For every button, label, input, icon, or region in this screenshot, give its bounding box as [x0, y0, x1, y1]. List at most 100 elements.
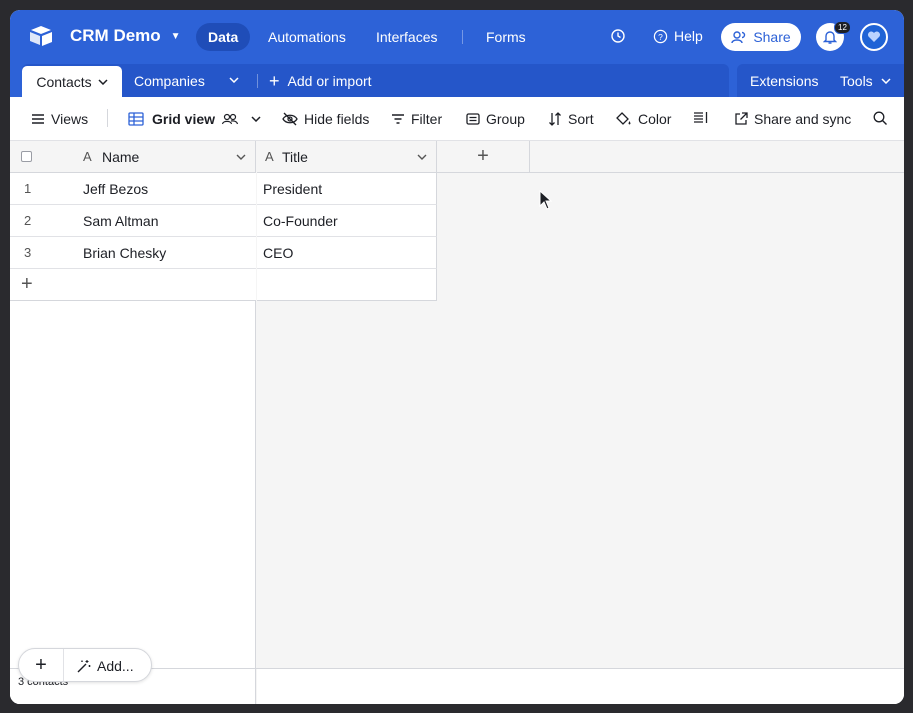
add-menu-button[interactable]: Add...: [77, 658, 134, 674]
tab-contacts-label: Contacts: [36, 73, 92, 90]
column-header-title[interactable]: Title: [282, 149, 308, 165]
chevron-down-icon: [98, 78, 108, 85]
nav-interfaces[interactable]: Interfaces: [364, 23, 449, 51]
add-record-pill: + Add...: [18, 648, 152, 682]
plus-icon: +: [477, 145, 489, 167]
share-label: Share: [753, 29, 791, 45]
nav-forms[interactable]: Forms: [474, 23, 538, 51]
grid: A Name A Title + 1 Jeff Bezos President …: [10, 141, 904, 704]
cell-name[interactable]: Jeff Bezos: [83, 181, 148, 197]
sort-label: Sort: [568, 111, 594, 127]
table-row[interactable]: 2 Sam Altman: [10, 205, 256, 237]
chevron-down-icon: [229, 77, 239, 83]
chevron-down-icon: [251, 116, 261, 122]
chevron-down-icon[interactable]: [236, 154, 246, 160]
table-row[interactable]: 3 Brian Chesky: [10, 237, 256, 269]
chevron-down-icon[interactable]: [417, 154, 427, 160]
views-label: Views: [51, 111, 89, 127]
group-button[interactable]: Group: [466, 111, 525, 127]
table-row[interactable]: 1 Jeff Bezos: [10, 173, 256, 205]
cell-name[interactable]: Sam Altman: [83, 213, 158, 229]
column-header-name[interactable]: Name: [102, 149, 139, 165]
history-button[interactable]: [610, 28, 626, 44]
grid-header-empty: [530, 141, 904, 173]
view-name-label: Grid view: [152, 111, 216, 127]
tab-contacts[interactable]: Contacts: [22, 66, 122, 97]
users-icon: [731, 31, 746, 44]
external-link-icon: [735, 112, 748, 125]
nav-automations[interactable]: Automations: [256, 23, 358, 51]
tab-companies[interactable]: Companies: [134, 73, 205, 89]
cell-title[interactable]: CEO: [257, 237, 437, 269]
notification-count-badge: 12: [834, 21, 851, 34]
tools-button[interactable]: Tools: [840, 73, 891, 89]
views-button[interactable]: Views: [31, 111, 88, 127]
base-title-label: CRM Demo: [70, 26, 161, 45]
cell-title[interactable]: President: [257, 173, 437, 205]
row-number: 2: [24, 213, 32, 228]
share-and-sync-button[interactable]: Share and sync: [734, 111, 851, 127]
text-field-icon: A: [83, 149, 92, 164]
all-tables-dropdown[interactable]: [229, 77, 239, 83]
airtable-logo-icon[interactable]: [29, 25, 53, 47]
filter-button[interactable]: Filter: [391, 111, 442, 127]
table-tabs-bar: Contacts Companies + Add or import Exten…: [10, 64, 904, 97]
add-field-button[interactable]: +: [437, 141, 530, 173]
nav-data[interactable]: Data: [196, 23, 251, 51]
add-record-button[interactable]: +: [19, 649, 64, 681]
mouse-cursor-icon: [539, 190, 553, 210]
tools-label: Tools: [840, 73, 873, 89]
row-number: 3: [24, 245, 32, 260]
share-and-sync-label: Share and sync: [754, 111, 852, 127]
select-all-checkbox[interactable]: [21, 151, 32, 162]
collaborators-icon: [221, 113, 239, 125]
help-label: Help: [674, 28, 703, 44]
user-avatar[interactable]: [860, 23, 888, 51]
add-or-import-button[interactable]: + Add or import: [269, 71, 372, 91]
add-row-cell[interactable]: [257, 269, 437, 301]
svg-text:?: ?: [658, 31, 663, 41]
grid-view-switcher[interactable]: Grid view: [128, 111, 261, 127]
cell-title[interactable]: Co-Founder: [257, 205, 437, 237]
magic-wand-icon: [77, 660, 91, 673]
base-title[interactable]: CRM Demo ▼: [70, 26, 181, 46]
plus-icon: +: [21, 273, 33, 295]
group-label: Group: [486, 111, 525, 127]
text-field-icon: A: [265, 149, 274, 164]
view-toolbar: Views Grid view Hide fields Filter Group…: [10, 97, 904, 141]
cell-name[interactable]: Brian Chesky: [83, 245, 166, 261]
sort-button[interactable]: Sort: [548, 111, 594, 127]
share-button[interactable]: Share: [721, 23, 801, 51]
plus-icon: +: [35, 653, 47, 676]
search-icon: [873, 111, 887, 125]
top-bar: CRM Demo ▼ Data Automations Interfaces F…: [10, 10, 904, 64]
chevron-down-icon: [881, 78, 891, 84]
plus-icon: +: [269, 71, 280, 91]
chevron-down-icon: ▼: [170, 30, 181, 42]
add-or-import-label: Add or import: [287, 73, 372, 89]
filter-label: Filter: [411, 111, 443, 127]
row-height-button[interactable]: [693, 111, 709, 124]
help-icon: ?: [653, 29, 668, 43]
history-icon: [611, 29, 625, 43]
hide-fields-button[interactable]: Hide fields: [282, 111, 369, 127]
table-tabs-group: [22, 64, 729, 97]
extensions-button[interactable]: Extensions: [750, 73, 818, 89]
menu-icon: [32, 114, 44, 124]
add-row-button[interactable]: +: [10, 269, 256, 301]
hide-fields-label: Hide fields: [304, 111, 370, 127]
cell-title-value: CEO: [263, 244, 294, 261]
grid-header-title: A Title: [257, 141, 437, 173]
heart-avatar-icon: [867, 31, 881, 42]
row-height-icon: [694, 112, 708, 123]
sort-icon: [549, 112, 561, 126]
cell-title-value: Co-Founder: [263, 212, 338, 229]
add-label: Add...: [97, 658, 134, 674]
grid-header-primary: A Name: [10, 141, 256, 173]
search-button[interactable]: [873, 111, 888, 126]
color-button[interactable]: Color: [616, 111, 671, 127]
paint-bucket-icon: [616, 111, 631, 125]
summary-bar-right: [257, 669, 904, 704]
eye-slash-icon: [282, 112, 298, 126]
help-button[interactable]: ? Help: [653, 28, 703, 44]
